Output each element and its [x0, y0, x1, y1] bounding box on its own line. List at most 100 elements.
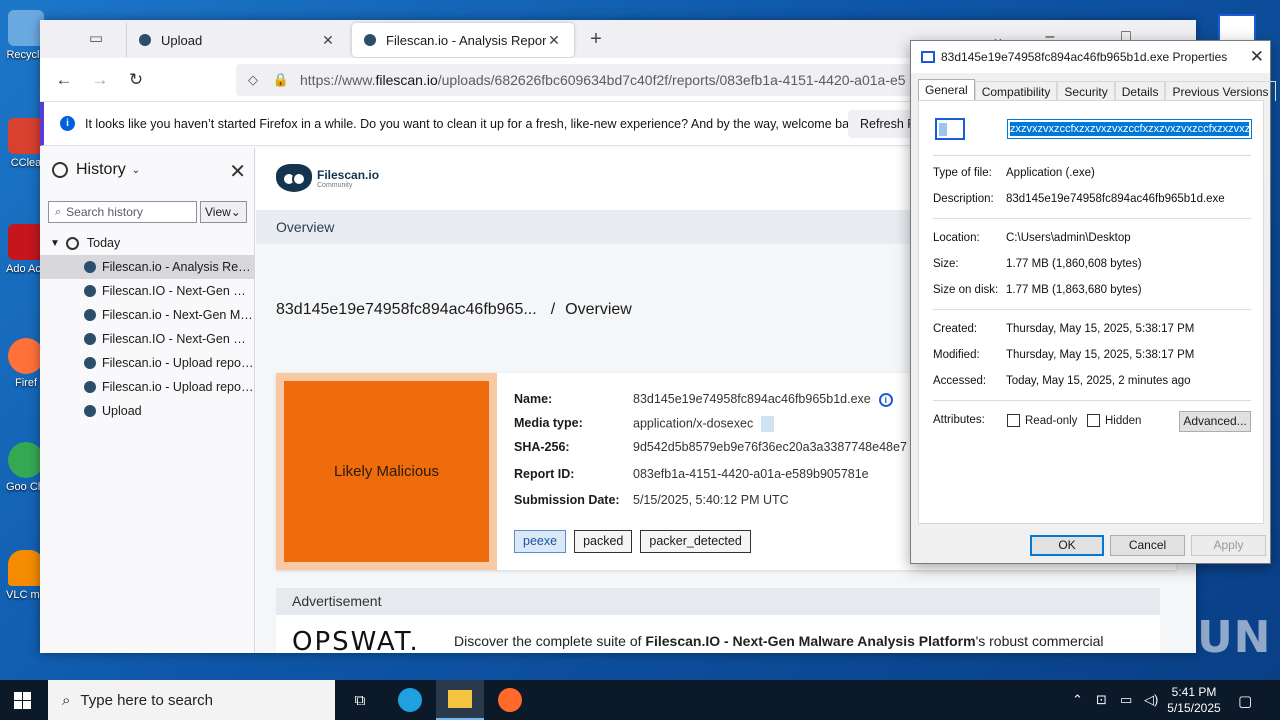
property-label: Size on disk: — [933, 284, 999, 296]
filescan-favicon-icon — [84, 405, 96, 417]
chrome-icon — [8, 442, 44, 478]
history-item-label: Filescan.io - Upload report... — [102, 380, 254, 394]
lock-icon[interactable]: 🔒 — [272, 72, 290, 88]
site-logo-subtitle: Community — [317, 182, 353, 189]
firefox-view-icon[interactable]: ▭ — [86, 29, 106, 49]
property-label: Description: — [933, 193, 994, 205]
tag-packed[interactable]: packed — [574, 530, 633, 553]
tab-title: Filescan.io - Analysis Report for — [386, 32, 546, 48]
page-title: 83d145e19e74958fc894ac46fb965... / Overvie… — [276, 301, 632, 319]
tag-packer-detected[interactable]: packer_detected — [640, 530, 751, 553]
ok-button[interactable]: OK — [1030, 535, 1104, 556]
divider — [933, 155, 1251, 156]
taskbar-search-box[interactable]: ⌕ Type here to search — [48, 680, 335, 720]
tab-security[interactable]: Security — [1057, 81, 1115, 101]
detail-value-submission-date: 5/15/2025, 5:40:12 PM UTC — [633, 493, 789, 507]
file-properties-dialog: 83d145e19e74958fc894ac46fb965b1d.exe Pro… — [910, 40, 1276, 564]
checkbox-label: Hidden — [1105, 414, 1142, 427]
page-title-section: Overview — [565, 301, 632, 318]
opswat-logo: OPSWAT. — [292, 627, 420, 653]
tracking-protection-icon[interactable]: ◇ — [244, 72, 262, 88]
cancel-button[interactable]: Cancel — [1110, 535, 1185, 556]
tab-compatibility[interactable]: Compatibility — [974, 81, 1058, 101]
tab-details[interactable]: Details — [1114, 81, 1166, 101]
volume-icon[interactable]: ◁) — [1144, 692, 1158, 708]
filescan-favicon-icon — [84, 381, 96, 393]
advertisement-banner[interactable]: OPSWAT. Discover the complete suite of F… — [276, 615, 1160, 653]
reload-icon[interactable]: ↻ — [126, 70, 146, 90]
history-group-label: Today — [86, 236, 121, 250]
close-icon[interactable]: ✕ — [1250, 47, 1264, 67]
tab-general[interactable]: General — [918, 79, 975, 101]
readonly-checkbox[interactable]: Read-only — [1007, 414, 1077, 427]
ad-text-post: 's robust commercial — [975, 633, 1104, 649]
divider — [933, 400, 1251, 401]
search-placeholder: Search history — [66, 205, 143, 219]
view-button[interactable]: View⌄ — [200, 201, 247, 223]
forward-icon[interactable]: → — [90, 70, 110, 90]
history-sidebar: History ⌄ ✕ ⌕ Search history View⌄ ▼ Tod… — [40, 148, 255, 653]
history-item[interactable]: Filescan.io - Next-Gen Mal... — [40, 303, 254, 327]
taskbar: ⌕ Type here to search ⧉ ⌃ ⊡ ▭ ◁) 5:41 PM… — [0, 680, 1280, 720]
filename-field[interactable]: zxzvxzvxzccfxzxzvxzvxzccfxzxzvxzvxzccfxz… — [1007, 119, 1252, 139]
filescan-favicon-icon — [84, 285, 96, 297]
history-item[interactable]: Filescan.io - Analysis Repo... — [40, 255, 254, 279]
detail-value-media-type: application/x-dosexec — [633, 416, 754, 431]
tag-list: peexe packed packer_detected — [514, 530, 759, 553]
firefox-taskbar-icon[interactable] — [486, 680, 534, 720]
history-item-label: Upload — [102, 404, 142, 418]
tab-close-icon[interactable]: ✕ — [546, 32, 562, 49]
dialog-tabs: General Compatibility Security Details P… — [918, 79, 1276, 101]
history-item[interactable]: Filescan.IO - Next-Gen Ma... — [40, 327, 254, 351]
tray-chevron-up-icon[interactable]: ⌃ — [1072, 692, 1083, 708]
property-row: Size on disk: 1.77 MB (1,863,680 bytes) — [933, 284, 1142, 296]
sidebar-header[interactable]: History ⌄ — [40, 148, 254, 192]
tab-analysis-report[interactable]: Filescan.io - Analysis Report for ✕ — [352, 23, 574, 57]
advanced-button[interactable]: Advanced... — [1179, 411, 1251, 432]
breadcrumb-overview[interactable]: Overview — [276, 219, 334, 235]
clock-icon — [65, 236, 79, 250]
search-history-input[interactable]: ⌕ Search history — [48, 201, 197, 223]
twisty-icon: ▼ — [50, 237, 60, 249]
display-icon[interactable]: ▭ — [1120, 692, 1132, 708]
new-tab-icon[interactable]: + — [586, 28, 606, 51]
property-value: Application (.exe) — [1006, 167, 1095, 179]
windows-start-icon[interactable] — [14, 692, 31, 709]
checkbox-box — [1087, 414, 1100, 427]
back-icon[interactable]: ← — [54, 70, 74, 90]
file-explorer-icon[interactable] — [436, 680, 484, 720]
tab-close-icon[interactable]: ✕ — [320, 32, 336, 49]
tag-peexe[interactable]: peexe — [514, 530, 567, 553]
network-icon[interactable]: ⊡ — [1096, 692, 1107, 708]
history-group-today[interactable]: ▼ Today — [40, 231, 254, 255]
history-item-label: Filescan.io - Upload report... — [102, 356, 254, 370]
history-item[interactable]: Filescan.IO - Next-Gen Ma... — [40, 279, 254, 303]
task-view-icon[interactable]: ⧉ — [336, 680, 384, 720]
info-circle-icon[interactable]: i — [878, 393, 893, 407]
history-item[interactable]: Filescan.io - Upload report... — [40, 351, 254, 375]
tab-previous-versions[interactable]: Previous Versions — [1165, 81, 1276, 101]
tab-upload[interactable]: Upload ✕ — [126, 23, 348, 57]
advertisement-text: Discover the complete suite of Filescan.… — [454, 633, 1104, 649]
notification-text: It looks like you haven’t started Firefo… — [85, 116, 866, 131]
dialog-titlebar[interactable]: 83d145e19e74958fc894ac46fb965b1d.exe Pro… — [911, 41, 1270, 73]
notifications-icon[interactable]: ▢ — [1238, 692, 1252, 710]
detail-label: Media type: — [514, 416, 583, 430]
history-item[interactable]: Filescan.io - Upload report... — [40, 375, 254, 399]
history-tree: ▼ Today Filescan.io - Analysis Repo... F… — [40, 231, 254, 423]
detail-value-report-id: 083efb1a-4151-4420-a01a-e589b905781e — [633, 467, 869, 481]
hidden-checkbox[interactable]: Hidden — [1087, 414, 1141, 427]
system-clock[interactable]: 5:41 PM 5/15/2025 — [1162, 684, 1226, 716]
property-row: Accessed: Today, May 15, 2025, 2 minutes … — [933, 375, 1191, 387]
history-item[interactable]: Upload — [40, 399, 254, 423]
edge-icon[interactable] — [386, 680, 434, 720]
vlc-icon — [8, 550, 44, 586]
apply-button[interactable]: Apply — [1191, 535, 1266, 556]
url-path: /uploads/682626fbc609634bd7c40f2f/report… — [437, 72, 906, 88]
close-sidebar-icon[interactable]: ✕ — [229, 159, 246, 184]
site-logo-text[interactable]: Filescan.io — [317, 168, 379, 182]
filescan-owl-logo-icon[interactable] — [276, 164, 312, 192]
property-value: Thursday, May 15, 2025, 5:38:17 PM — [1006, 349, 1195, 361]
property-label: Created: — [933, 323, 978, 335]
detail-label: Name: — [514, 392, 553, 406]
